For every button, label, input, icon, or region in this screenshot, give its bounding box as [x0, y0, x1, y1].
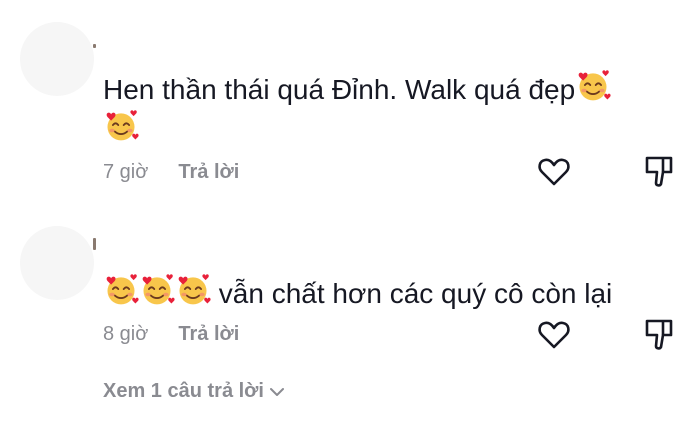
smiling-face-with-hearts-emoji — [175, 272, 211, 308]
view-replies-button[interactable]: Xem 1 câu trả lời — [103, 380, 284, 403]
smiling-face-with-hearts-emoji — [139, 272, 175, 308]
heart-outline-icon — [538, 158, 570, 186]
comment-time: 7 giờ — [103, 160, 149, 183]
comment-time: 8 giờ — [103, 322, 149, 345]
reply-button[interactable]: Trả lời — [178, 323, 239, 346]
avatar[interactable] — [20, 22, 94, 96]
heart-outline-icon — [538, 321, 570, 349]
dislike-button[interactable] — [641, 153, 677, 189]
avatar-edge-mark — [93, 238, 96, 250]
dislike-icon — [645, 156, 673, 187]
like-button[interactable] — [536, 153, 572, 189]
smiling-face-with-hearts-emoji — [103, 108, 139, 144]
smiling-face-with-hearts-emoji — [575, 68, 611, 104]
dislike-button[interactable] — [641, 316, 677, 352]
comment-text: Hen thần thái quá Đỉnh. Walk quá đẹp — [103, 68, 611, 108]
view-replies-label: Xem 1 câu trả lời — [103, 380, 264, 402]
avatar[interactable] — [20, 226, 94, 300]
comment-text-line-2 — [103, 108, 139, 148]
avatar-edge-mark — [93, 44, 96, 48]
chevron-down-icon — [269, 387, 284, 396]
comment-text-line: vẫn chất hơn các quý cô còn lại — [218, 278, 613, 309]
comment-meta: 8 giờ Trả lời — [103, 320, 239, 348]
comment-text-line: Hen thần thái quá Đỉnh. Walk quá đẹp — [103, 74, 576, 105]
smiling-face-with-hearts-emoji — [103, 272, 139, 308]
comment-text: vẫn chất hơn các quý cô còn lại — [103, 272, 612, 312]
reply-button[interactable]: Trả lời — [178, 161, 239, 184]
like-button[interactable] — [536, 316, 572, 352]
comment-meta: 7 giờ Trả lời — [103, 158, 239, 186]
dislike-icon — [645, 319, 673, 350]
